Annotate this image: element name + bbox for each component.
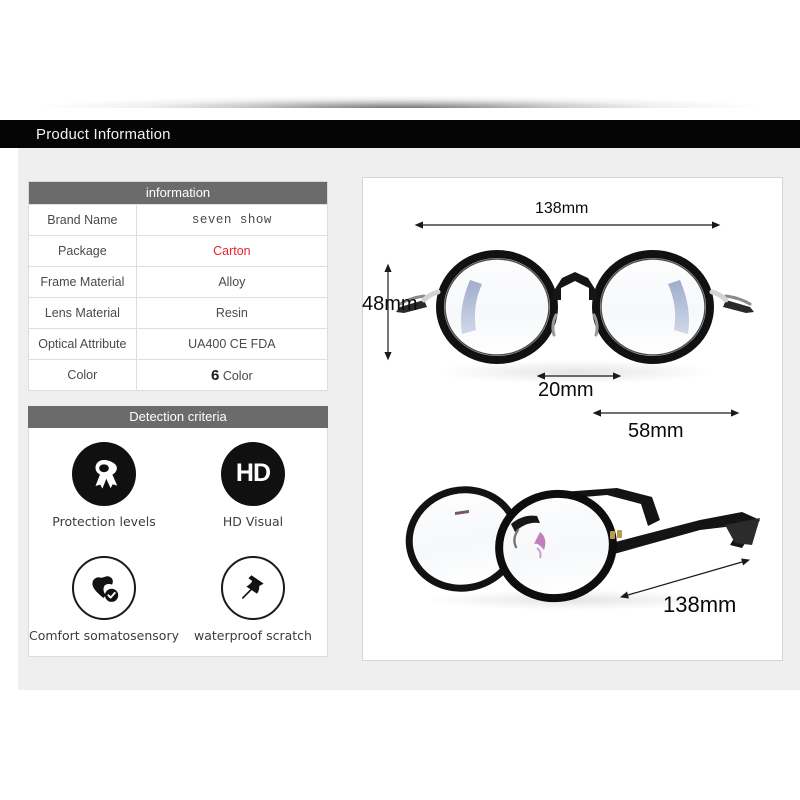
- table-row: Color 6 Color: [28, 359, 329, 391]
- top-white-area: [0, 0, 800, 120]
- criteria-label: Protection levels: [52, 513, 156, 529]
- dimension-label-bridge-width: 20mm: [538, 379, 594, 401]
- ribbon-icon: [71, 441, 136, 506]
- criteria-label: Comfort somatosensory: [29, 627, 179, 643]
- spec-key-color: Color: [28, 359, 137, 391]
- dimension-label-temple-length: 138mm: [663, 592, 737, 617]
- detection-criteria-panel: Protection levels HD HD Visual Comfort s…: [28, 428, 328, 657]
- spec-value-optical-attribute: UA400 CE FDA: [135, 328, 329, 360]
- color-unit: Color: [222, 368, 253, 383]
- spec-key-frame-material: Frame Material: [28, 266, 137, 298]
- product-photo-stage: [363, 178, 782, 660]
- spec-key-lens-material: Lens Material: [28, 297, 137, 329]
- criteria-label: HD Visual: [222, 513, 284, 529]
- pushpin-icon: [220, 555, 285, 620]
- spec-value-frame-material: Alloy: [135, 266, 329, 298]
- spec-value-color: 6 Color: [135, 359, 329, 391]
- table-row: Brand Name seven show: [28, 204, 329, 236]
- table-row: Frame Material Alloy: [28, 266, 329, 298]
- spec-key-brand-name: Brand Name: [28, 204, 137, 236]
- detection-criteria-title: Detection criteria: [28, 406, 328, 428]
- criteria-item-protection-levels: Protection levels: [29, 428, 179, 542]
- color-count: 6: [211, 366, 220, 384]
- page-title: Product Information: [36, 125, 171, 143]
- spec-key-package: Package: [28, 235, 137, 267]
- product-image-panel: [362, 177, 783, 661]
- criteria-label: waterproof scratch: [194, 627, 312, 643]
- dimension-label-lens-height: 48mm: [362, 293, 418, 315]
- specification-table: information Brand Name seven show Packag…: [28, 181, 329, 391]
- heart-check-icon: [71, 555, 136, 620]
- criteria-item-waterproof-scratch: waterproof scratch: [179, 542, 327, 656]
- table-row: Lens Material Resin: [28, 297, 329, 329]
- dimension-label-lens-width: 58mm: [628, 420, 684, 442]
- drop-shadow-divider: [0, 86, 800, 108]
- table-header-row: information: [28, 181, 328, 205]
- product-information-header: Product Information: [0, 120, 800, 148]
- spec-table-title: information: [28, 181, 328, 205]
- hd-icon: HD: [220, 441, 285, 506]
- hd-icon-text: HD: [235, 459, 271, 487]
- spec-value-lens-material: Resin: [135, 297, 329, 329]
- dimension-label-total-width: 138mm: [535, 200, 589, 217]
- spec-value-brand-name: seven show: [135, 204, 329, 236]
- spec-value-package: Carton: [135, 235, 329, 267]
- table-row: Optical Attribute UA400 CE FDA: [28, 328, 329, 360]
- criteria-item-comfort-somatosensory: Comfort somatosensory: [29, 542, 179, 656]
- table-row: Package Carton: [28, 235, 329, 267]
- spec-key-optical-attribute: Optical Attribute: [28, 328, 137, 360]
- criteria-item-hd-visual: HD HD Visual: [179, 428, 327, 542]
